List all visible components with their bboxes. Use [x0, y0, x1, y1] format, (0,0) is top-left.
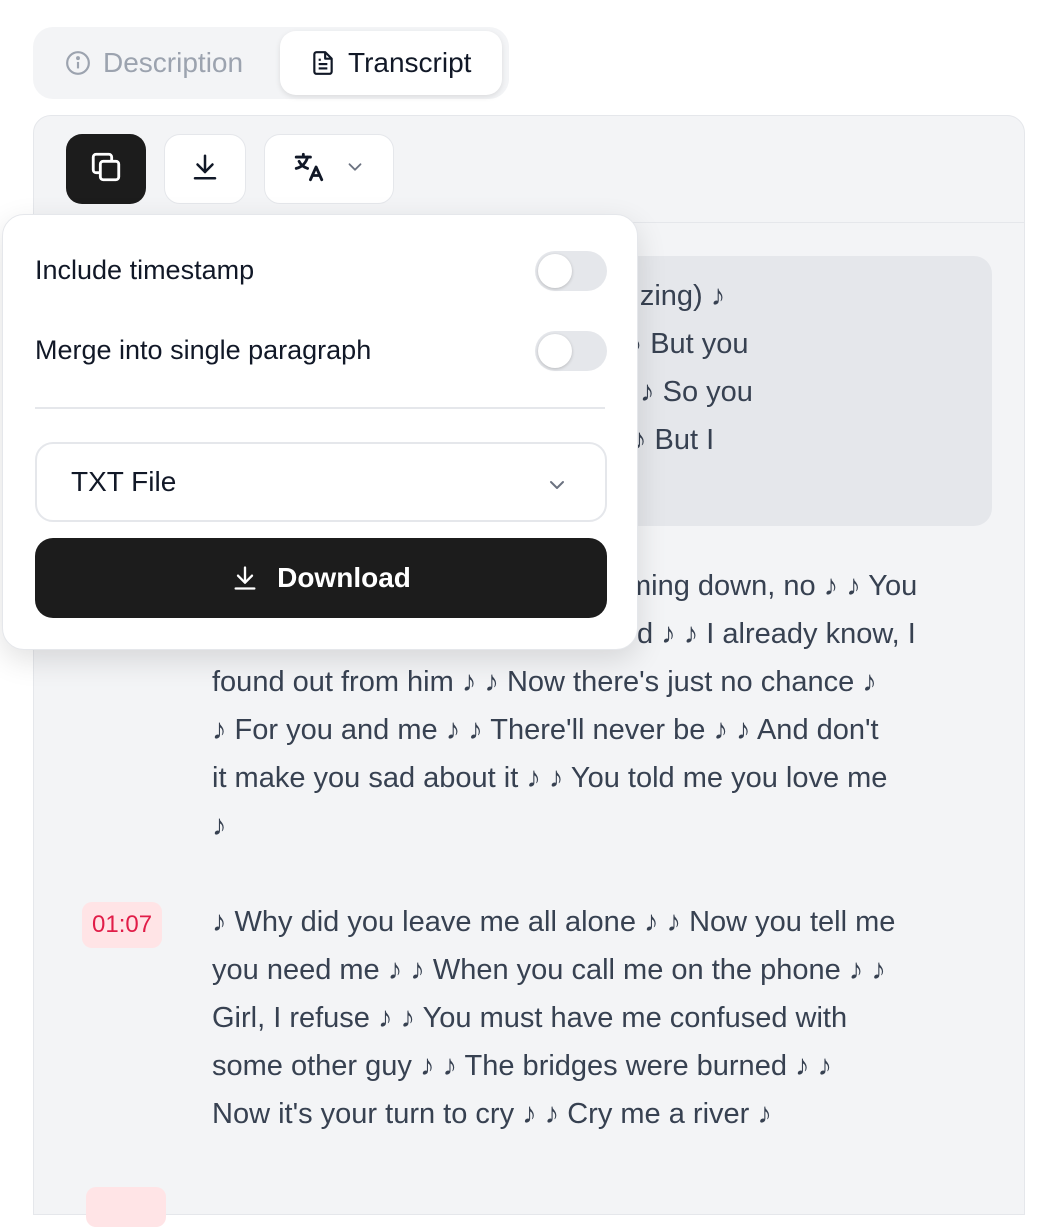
copy-button[interactable]: [66, 134, 146, 204]
tab-transcript-label: Transcript: [348, 47, 472, 78]
segment-line: ♪ Why did you leave me all alone ♪ ♪ Now…: [212, 906, 896, 938]
toggle-knob: [538, 254, 572, 288]
copy-icon: [89, 150, 123, 189]
download-icon: [231, 564, 259, 592]
segment-line: found out from him ♪ ♪ Now there's just …: [212, 666, 877, 698]
merge-paragraph-label: Merge into single paragraph: [35, 335, 372, 365]
download-toolbar-button[interactable]: [164, 134, 246, 204]
segment-line: ♪: [212, 810, 227, 842]
segment-line: you need me ♪ ♪ When you call me on the …: [212, 954, 886, 986]
segment-line: Girl, I refuse ♪ ♪ You must have me conf…: [212, 1002, 848, 1034]
include-timestamp-toggle[interactable]: [535, 251, 607, 291]
file-format-select[interactable]: TXT File: [35, 442, 607, 522]
timestamp-badge[interactable]: 01:07: [82, 902, 163, 948]
tab-description[interactable]: Description: [63, 31, 243, 95]
include-timestamp-label: Include timestamp: [35, 255, 255, 285]
download-options-popover: Include timestamp Merge into single para…: [2, 214, 638, 650]
translate-button[interactable]: [264, 134, 394, 204]
download-label: Download: [277, 562, 411, 593]
download-icon: [190, 152, 220, 187]
chevron-down-icon: [545, 472, 569, 504]
popover-divider: [35, 407, 605, 409]
document-icon: [308, 48, 338, 78]
info-icon: [63, 48, 93, 78]
download-button[interactable]: Download: [35, 538, 607, 618]
transcript-segment[interactable]: 01:07 ♪ Why did you leave me all alone ♪…: [79, 898, 992, 1138]
merge-paragraph-toggle[interactable]: [535, 331, 607, 371]
segment-line: Now it's your turn to cry ♪ ♪ Cry me a r…: [212, 1098, 772, 1130]
timestamp-badge[interactable]: [86, 1187, 166, 1227]
file-format-value: TXT File: [71, 466, 177, 497]
segment-line: some other guy ♪ ♪ The bridges were burn…: [212, 1050, 833, 1082]
segment-line: ♪ For you and me ♪ ♪ There'll never be ♪…: [212, 714, 879, 746]
tab-description-label: Description: [103, 47, 244, 78]
segment-line: it make you sad about it ♪ ♪ You told me…: [212, 762, 888, 794]
tab-transcript[interactable]: Transcript: [280, 31, 502, 95]
translate-icon: [292, 150, 326, 189]
toggle-knob: [538, 334, 572, 368]
chevron-down-icon: [344, 156, 366, 183]
tab-bar: Description Transcript: [33, 27, 509, 99]
